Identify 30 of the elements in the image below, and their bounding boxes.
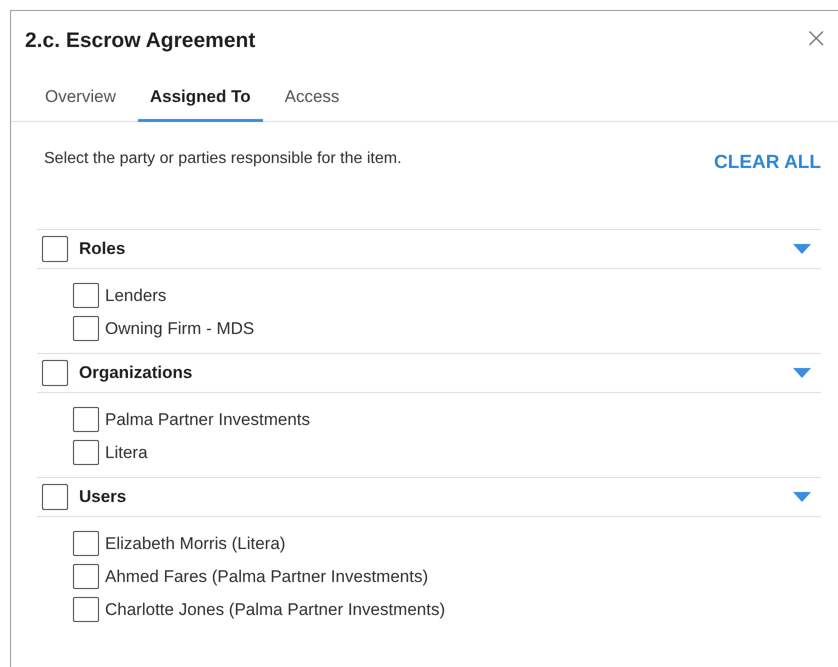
- dialog-title: 2.c. Escrow Agreement: [25, 29, 256, 53]
- group-label: Roles: [79, 239, 126, 259]
- checkbox[interactable]: [73, 531, 99, 556]
- checkbox[interactable]: [73, 407, 99, 432]
- caret-down-icon[interactable]: [793, 244, 811, 254]
- instruction-text: Select the party or parties responsible for the item.: [43, 150, 402, 168]
- checkbox[interactable]: [73, 283, 99, 308]
- checkbox[interactable]: [42, 236, 68, 262]
- group-label: Users: [79, 487, 128, 507]
- option-label: Owning Firm - MDS: [105, 318, 254, 338]
- tab[interactable]: Assigned To: [138, 71, 263, 122]
- option-label: Elizabeth Morris (Litera): [105, 534, 286, 554]
- option-label: Ahmed Fares (Palma Partner Investments): [105, 566, 428, 586]
- caret-down-icon[interactable]: [793, 368, 811, 378]
- checkbox[interactable]: [42, 484, 68, 510]
- checkbox[interactable]: [73, 597, 99, 622]
- checkbox[interactable]: [73, 316, 99, 341]
- option-label: Lenders: [105, 286, 166, 306]
- group-label: Organizations: [79, 363, 194, 383]
- checkbox[interactable]: [73, 564, 99, 589]
- caret-down-icon[interactable]: [793, 492, 811, 502]
- option-label: Palma Partner Investments: [105, 410, 310, 430]
- checkbox[interactable]: [73, 440, 99, 465]
- clear-all-button[interactable]: CLEAR ALL: [714, 150, 821, 174]
- checkbox[interactable]: [42, 360, 68, 386]
- tab[interactable]: Overview: [33, 71, 128, 122]
- option-label: Charlotte Jones (Palma Partner Investments): [105, 600, 446, 620]
- tab[interactable]: Access: [272, 71, 352, 122]
- close-button[interactable]: ×: [802, 27, 830, 49]
- option-label: Litera: [105, 442, 148, 462]
